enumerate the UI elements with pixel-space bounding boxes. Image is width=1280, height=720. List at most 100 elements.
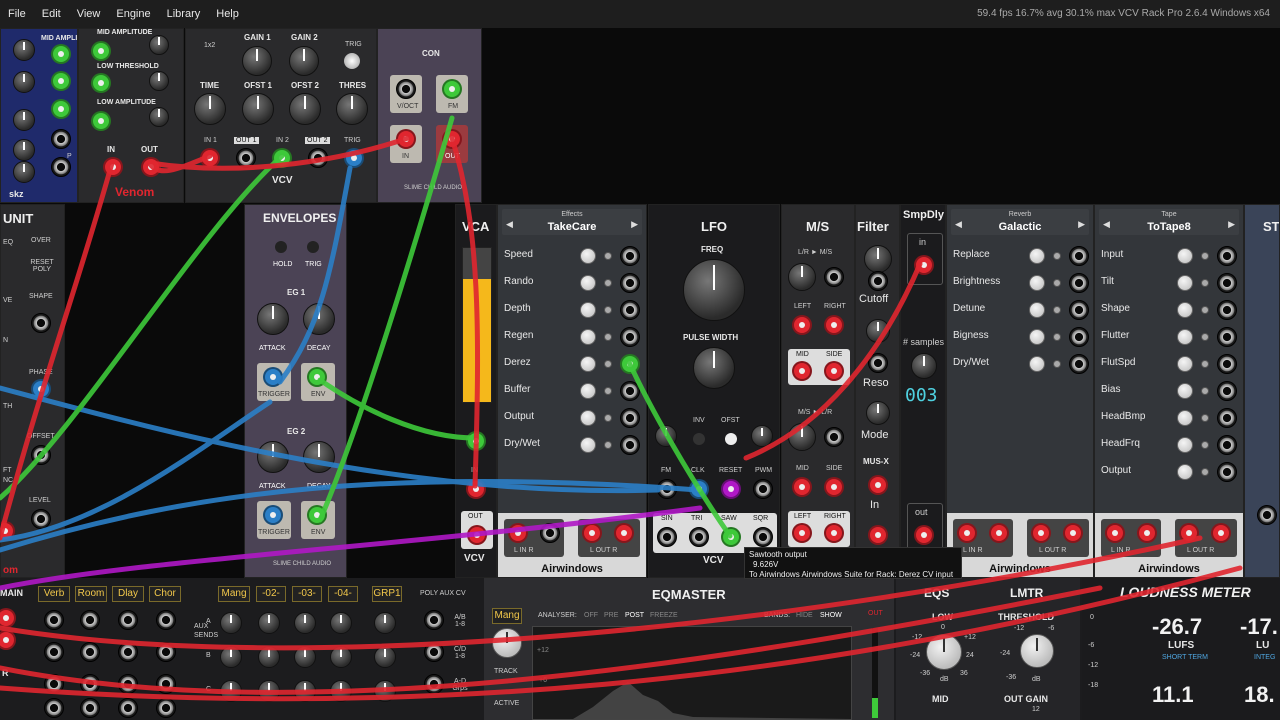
ms-left-out-plug[interactable] [792,523,812,543]
galactic-in-r-plug[interactable] [989,523,1009,543]
param-attenuator[interactable] [1053,306,1061,314]
hold-button[interactable] [275,241,287,253]
param-knob[interactable] [1177,437,1193,453]
param-attenuator[interactable] [604,441,612,449]
skz-port-1[interactable] [51,129,71,149]
unit-red-plug[interactable] [1,521,15,541]
param-knob[interactable] [1177,248,1193,264]
takecare-in-r-port[interactable] [540,523,560,543]
filter-out-plug[interactable] [868,525,888,545]
param-knob[interactable] [1029,248,1045,264]
clk-plug[interactable] [689,479,709,499]
trig-button[interactable] [307,241,319,253]
mid-amp-plug[interactable] [91,41,111,61]
eq-graph[interactable]: +12 +6 [532,626,852,720]
venom-out-plug[interactable] [141,157,161,177]
filter-in-plug[interactable] [868,475,888,495]
param-cv-port[interactable] [1069,246,1089,266]
analyser-off[interactable]: OFF [584,612,598,619]
param-knob[interactable] [1177,329,1193,345]
gate-in2-plug[interactable] [272,148,292,168]
insert-03[interactable]: -03- [292,586,322,602]
group-room[interactable]: Room [75,586,107,602]
mixer-port[interactable] [118,698,138,718]
param-cv-port[interactable] [1217,300,1237,320]
skz-plug-3[interactable] [51,99,71,119]
eqs-low-knob[interactable] [926,634,962,670]
gate-in1-plug[interactable] [200,148,220,168]
param-knob[interactable] [580,383,596,399]
param-attenuator[interactable] [1053,279,1061,287]
mixer-port[interactable] [156,698,176,718]
menu-edit[interactable]: Edit [34,8,69,20]
st-port[interactable] [1257,505,1277,525]
param-attenuator[interactable] [604,387,612,395]
aux-send-knob[interactable] [258,612,280,634]
skz-port-2[interactable] [51,157,71,177]
eg2-attack-knob[interactable] [257,441,289,473]
param-knob[interactable] [580,437,596,453]
low-thresh-plug[interactable] [91,73,111,93]
poly-ab-port[interactable] [424,610,444,630]
param-attenuator[interactable] [604,360,612,368]
skz-knob-3[interactable] [13,109,35,131]
param-knob[interactable] [1029,329,1045,345]
group-dlay[interactable]: Dlay [112,586,144,602]
thres-knob[interactable] [336,93,368,125]
next-arrow-icon[interactable]: ▶ [631,219,638,230]
low-amplitude-knob[interactable] [149,107,169,127]
param-attenuator[interactable] [604,306,612,314]
param-cv-port[interactable] [620,381,640,401]
analyser-pre[interactable]: PRE [604,612,618,619]
param-attenuator[interactable] [1201,306,1209,314]
param-attenuator[interactable] [1053,252,1061,260]
vca-out-plug[interactable] [467,525,487,545]
mixer-port[interactable] [156,642,176,662]
aux-send-knob[interactable] [258,646,280,668]
gate-out2-port[interactable] [308,148,328,168]
param-knob[interactable] [580,356,596,372]
level-port[interactable] [31,509,51,529]
sqr-port[interactable] [753,527,773,547]
param-knob[interactable] [1029,275,1045,291]
mixer-port[interactable] [80,642,100,662]
phase-plug[interactable] [31,379,51,399]
poly-cd-port[interactable] [424,642,444,662]
param-cv-port[interactable] [1217,408,1237,428]
gate-out1-port[interactable] [236,148,256,168]
param-knob[interactable] [1177,302,1193,318]
track-knob[interactable] [492,628,522,658]
samples-knob[interactable] [911,353,937,379]
mixer-port[interactable] [156,674,176,694]
menu-library[interactable]: Library [159,8,209,20]
aux-send-knob[interactable] [220,612,242,634]
gain1-knob[interactable] [242,46,272,76]
param-knob[interactable] [580,410,596,426]
ms-mid-in-plug[interactable] [792,477,812,497]
bands-show[interactable]: SHOW [820,612,842,619]
param-cv-port[interactable] [1069,300,1089,320]
skz-knob-4[interactable] [13,139,35,161]
group-chor[interactable]: Chor [149,586,181,602]
eg2-decay-knob[interactable] [303,441,335,473]
mixer-port[interactable] [80,698,100,718]
ms-right-plug[interactable] [824,315,844,335]
tri-port[interactable] [689,527,709,547]
param-attenuator[interactable] [1201,360,1209,368]
param-attenuator[interactable] [604,414,612,422]
eg2-trigger-plug[interactable] [263,505,283,525]
insert-02[interactable]: -02- [256,586,286,602]
insert-04[interactable]: -04- [328,586,358,602]
param-knob[interactable] [580,275,596,291]
eg1-trigger-plug[interactable] [263,367,283,387]
param-knob[interactable] [1177,410,1193,426]
param-cv-port[interactable] [1069,327,1089,347]
param-cv-port[interactable] [1217,246,1237,266]
shape-port[interactable] [31,313,51,333]
vca-cv-plug[interactable] [466,431,486,451]
venom-in-plug[interactable] [103,157,123,177]
pwm-port[interactable] [753,479,773,499]
analyser-post[interactable]: POST [625,612,644,619]
low-threshold-knob[interactable] [149,71,169,91]
param-cv-port[interactable] [1217,462,1237,482]
